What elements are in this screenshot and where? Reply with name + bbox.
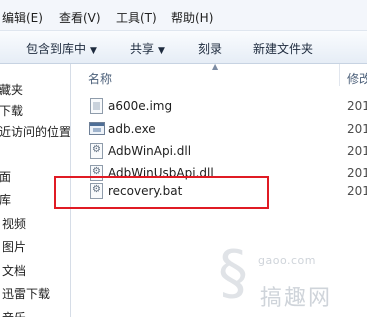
watermark-logo-icon: § [218, 238, 248, 308]
nav-item-pictures[interactable]: 图片 [2, 238, 26, 255]
watermark: § gaoo.com 搞趣网 [218, 240, 367, 317]
chevron-down-icon: ▼ [158, 46, 165, 56]
nav-item-documents[interactable]: 文档 [2, 262, 26, 279]
menu-bar: 编辑(E) 查看(V) 工具(T) 帮助(H) [0, 0, 367, 31]
dll-file-icon [90, 143, 103, 159]
command-toolbar: 包含到库中 ▼ 共享 ▼ 刻录 新建文件夹 [0, 31, 367, 64]
file-date-modified: 201 [347, 166, 367, 180]
include-in-library-button[interactable]: 包含到库中 ▼ [26, 40, 97, 57]
file-date-modified: 201 [347, 122, 367, 136]
nav-item-xunlei-downloads[interactable]: 迅雷下载 [2, 285, 50, 302]
watermark-url: gaoo.com [258, 254, 316, 267]
menu-view[interactable]: 查看(V) [59, 9, 101, 26]
image-file-icon [90, 98, 103, 114]
file-name: a600e.img [108, 99, 173, 113]
exe-file-icon [89, 122, 105, 135]
burn-button[interactable]: 刻录 [198, 40, 222, 57]
highlight-annotation-box [54, 176, 269, 209]
column-header-date-modified[interactable]: 修改 [347, 70, 367, 87]
file-row[interactable]: adb.exe 201 [86, 119, 367, 139]
nav-item-libraries[interactable]: 库 [0, 191, 11, 208]
file-row[interactable]: a600e.img 201 [86, 96, 367, 116]
nav-item-favorites[interactable]: 藏夹 [0, 81, 23, 98]
sort-up-icon: ▲ [212, 62, 219, 71]
menu-tools[interactable]: 工具(T) [116, 9, 157, 26]
file-date-modified: 201 [347, 99, 367, 113]
chevron-down-icon: ▼ [90, 46, 97, 56]
share-button[interactable]: 共享 ▼ [130, 40, 165, 57]
nav-item-downloads[interactable]: 下载 [0, 102, 23, 119]
share-label: 共享 [130, 42, 155, 56]
file-row[interactable]: AdbWinApi.dll 201 [86, 141, 367, 161]
file-date-modified: 201 [347, 144, 367, 158]
new-folder-button[interactable]: 新建文件夹 [253, 40, 313, 57]
nav-item-desktop[interactable]: 面 [0, 168, 11, 185]
column-divider[interactable] [339, 64, 340, 86]
menu-edit[interactable]: 编辑(E) [2, 9, 43, 26]
nav-item-recent-places[interactable]: 近访问的位置 [0, 123, 70, 140]
include-in-library-label: 包含到库中 [26, 42, 87, 56]
column-header-row: ▲ 名称 修改 [71, 62, 367, 88]
nav-item-videos[interactable]: 视频 [2, 215, 26, 232]
nav-item-music[interactable]: 音乐 [2, 309, 26, 317]
column-header-name[interactable]: 名称 [88, 70, 112, 87]
file-date-modified: 201 [347, 184, 367, 198]
menu-help[interactable]: 帮助(H) [171, 9, 213, 26]
file-name: AdbWinApi.dll [108, 144, 192, 158]
watermark-site-name: 搞趣网 [260, 286, 333, 311]
file-name: adb.exe [108, 122, 156, 136]
